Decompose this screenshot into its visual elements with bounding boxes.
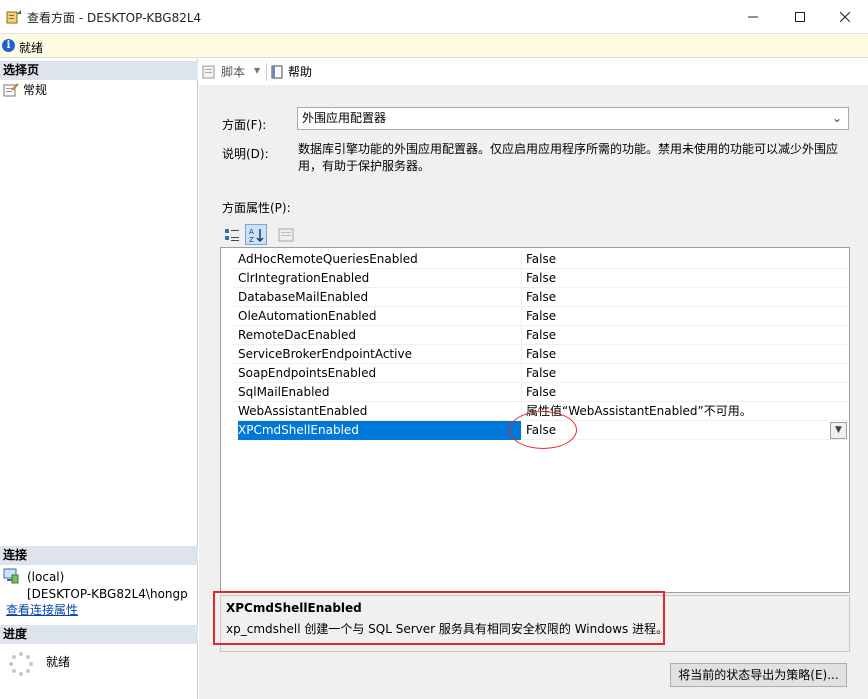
property-name: SqlMailEnabled: [238, 383, 522, 402]
alphabetical-button[interactable]: A Z: [245, 224, 267, 245]
page-item-general[interactable]: 常规: [3, 81, 47, 98]
annotation-highlight-rect: [213, 591, 665, 645]
chevron-down-icon: ⌄: [831, 111, 842, 125]
property-name: WebAssistantEnabled: [238, 402, 522, 421]
property-name: XPCmdShellEnabled: [238, 421, 522, 440]
progress-status: 就绪: [46, 655, 71, 669]
script-icon: [202, 65, 215, 78]
progress-spinner-icon: [9, 652, 33, 676]
export-policy-button[interactable]: 将当前的状态导出为策略(E)...: [670, 663, 847, 687]
property-name: RemoteDacEnabled: [238, 326, 522, 345]
minimize-icon: [748, 16, 758, 18]
property-value: False: [526, 271, 557, 285]
connection-header: 连接: [0, 546, 198, 565]
property-name: SoapEndpointsEnabled: [238, 364, 522, 383]
info-icon: i: [2, 39, 15, 52]
value-dropdown-button[interactable]: ▼: [830, 422, 847, 439]
property-name: OleAutomationEnabled: [238, 307, 522, 326]
progress-header: 进度: [0, 625, 198, 644]
page-item-label: 常规: [23, 83, 48, 97]
view-connection-properties-link[interactable]: 查看连接属性: [6, 601, 78, 618]
property-name: AdHocRemoteQueriesEnabled: [238, 250, 522, 269]
property-value: False: [526, 328, 557, 342]
categorized-icon: [225, 228, 239, 241]
property-name: ServiceBrokerEndpointActive: [238, 345, 522, 364]
script-button[interactable]: 脚本: [202, 63, 245, 80]
window-title: 查看方面 - DESKTOP-KBG82L4: [27, 11, 202, 25]
facet-select[interactable]: 外围应用配置器 ⌄: [297, 107, 849, 130]
property-name: ClrIntegrationEnabled: [238, 269, 522, 288]
property-value: False: [526, 290, 557, 304]
property-name: DatabaseMailEnabled: [238, 288, 522, 307]
maximize-button[interactable]: [777, 0, 823, 34]
page-wrench-icon: [3, 82, 19, 96]
left-pane: 选择页 常规 连接 (local) [DESKTOP-KBG82L4\hongp…: [0, 59, 198, 699]
help-book-icon: [271, 65, 283, 78]
ssms-app-icon: [6, 10, 21, 24]
property-value: 属性值“WebAssistantEnabled”不可用。: [526, 404, 752, 418]
select-page-header: 选择页: [0, 61, 198, 80]
property-row[interactable]: RemoteDacEnabled False: [233, 326, 849, 345]
property-value: False: [526, 252, 557, 266]
grid-margin: [221, 248, 233, 592]
facet-label: 方面(F):: [222, 118, 267, 132]
annotation-highlight-ellipse: [509, 411, 577, 449]
close-icon: [840, 12, 850, 22]
script-label: 脚本: [221, 65, 246, 79]
toolbar: 脚本 ▼ 帮助: [199, 59, 868, 85]
facet-description: 数据库引擎功能的外围应用配置器。仅应启用应用程序所需的功能。禁用未使用的功能可以…: [298, 142, 839, 173]
connection-login: [DESKTOP-KBG82L4\hongp: [27, 587, 188, 601]
property-value: False: [526, 366, 557, 380]
status-bar: i 就绪: [0, 34, 868, 58]
svg-text:Z: Z: [249, 236, 254, 243]
property-row[interactable]: SoapEndpointsEnabled False: [233, 364, 849, 383]
property-pages-button[interactable]: [275, 224, 297, 245]
toolbar-separator: [266, 63, 267, 81]
property-row[interactable]: ClrIntegrationEnabled False: [233, 269, 849, 288]
maximize-icon: [795, 12, 805, 22]
script-dropdown-icon[interactable]: ▼: [254, 66, 260, 75]
minimize-button[interactable]: [730, 0, 776, 34]
help-label: 帮助: [288, 65, 313, 79]
facet-value: 外围应用配置器: [302, 111, 387, 125]
close-button[interactable]: [822, 0, 868, 34]
property-row[interactable]: OleAutomationEnabled False: [233, 307, 849, 326]
property-row[interactable]: AdHocRemoteQueriesEnabled False: [233, 250, 849, 269]
property-value: False: [526, 385, 557, 399]
title-bar: 查看方面 - DESKTOP-KBG82L4: [0, 0, 868, 34]
property-row[interactable]: SqlMailEnabled False: [233, 383, 849, 402]
property-grid-toolbar: A Z: [221, 224, 297, 245]
svg-text:A: A: [249, 228, 254, 236]
property-row[interactable]: DatabaseMailEnabled False: [233, 288, 849, 307]
right-pane: 脚本 ▼ 帮助 方面(F): 外围应用配置器 ⌄ 说明(D): 数据库引擎功能的…: [199, 59, 868, 699]
status-text: 就绪: [19, 41, 44, 55]
help-button[interactable]: 帮助: [271, 63, 312, 80]
categorized-button[interactable]: [221, 224, 243, 245]
property-value: False: [526, 309, 557, 323]
description-label: 说明(D):: [222, 147, 269, 161]
sort-alphabetical-icon: A Z: [249, 228, 264, 243]
server-connection-icon: [3, 568, 19, 584]
property-pages-icon: [278, 228, 294, 241]
property-row[interactable]: ServiceBrokerEndpointActive False: [233, 345, 849, 364]
facet-properties-label: 方面属性(P):: [222, 201, 291, 215]
connection-server: (local): [27, 570, 65, 584]
property-value: False: [526, 347, 557, 361]
